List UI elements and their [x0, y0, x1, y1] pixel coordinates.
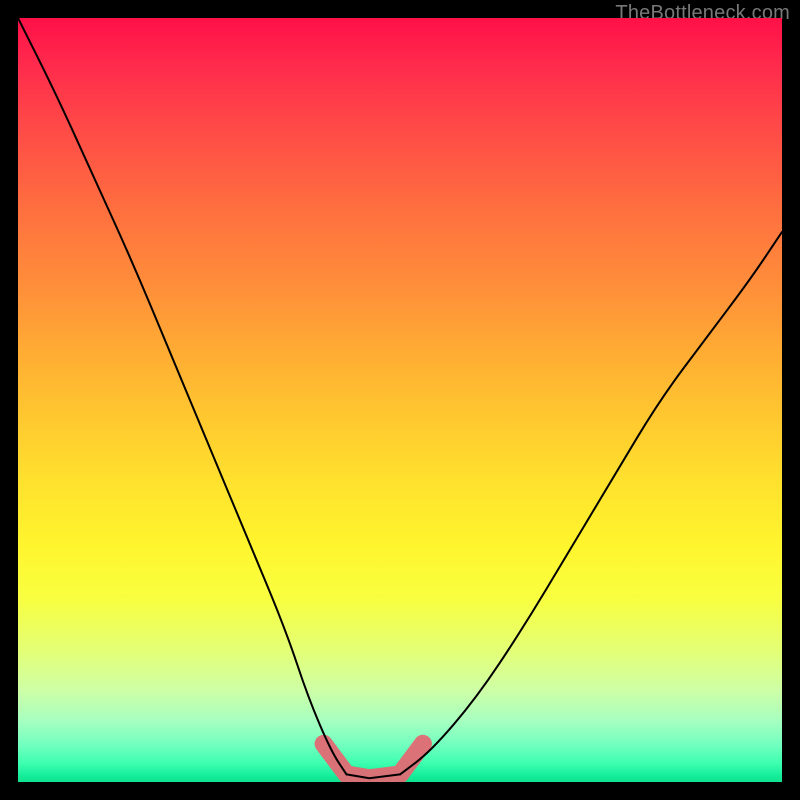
chart-stage: TheBottleneck.com [0, 0, 800, 800]
bottleneck-curve-right [400, 232, 782, 775]
curve-layer [18, 18, 782, 782]
plot-frame [18, 18, 782, 782]
bottleneck-curve-left [18, 18, 347, 774]
